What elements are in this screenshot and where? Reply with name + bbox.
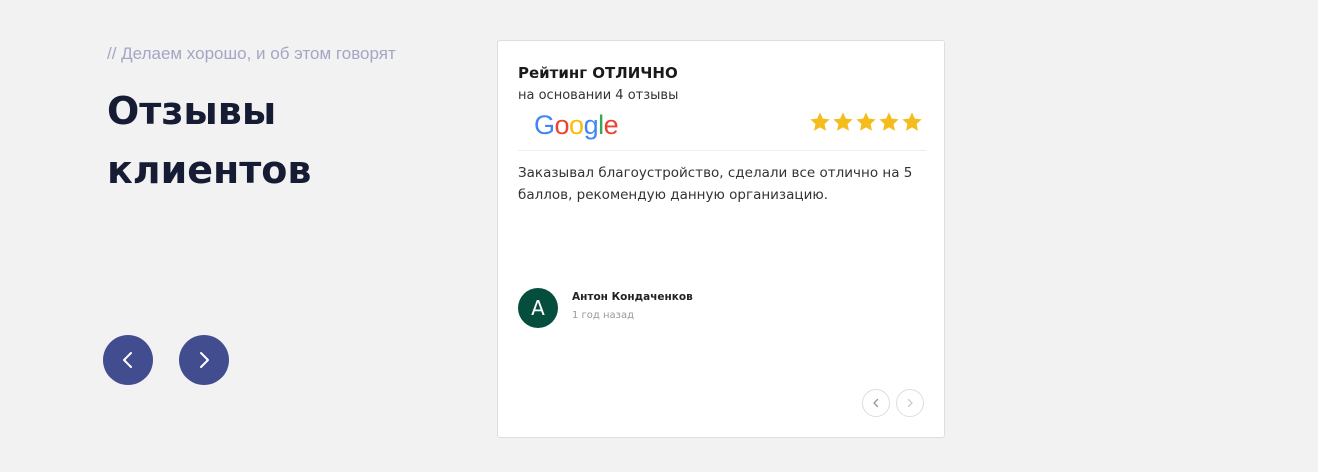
rating-title: Рейтинг ОТЛИЧНО — [518, 64, 678, 82]
review-next-button[interactable] — [896, 389, 924, 417]
chevron-left-icon — [873, 398, 879, 408]
google-logo: Google — [534, 110, 619, 140]
star-icon — [833, 112, 853, 131]
svg-text:Google: Google — [534, 110, 618, 140]
star-icon — [856, 112, 876, 131]
review-date: 1 год назад — [572, 310, 635, 321]
chevron-right-icon — [907, 398, 913, 408]
review-card: Рейтинг ОТЛИЧНО на основании 4 отзывы Go… — [497, 40, 945, 438]
chevron-left-icon — [123, 352, 132, 368]
review-text: Заказывал благоустройство, сделали все о… — [518, 165, 913, 203]
author-name: Антон Кондаченков — [572, 291, 693, 303]
star-icon — [879, 112, 899, 131]
star-icon — [810, 112, 830, 131]
review-prev-button[interactable] — [862, 389, 890, 417]
chevron-right-icon — [200, 352, 209, 368]
carousel-next-button[interactable] — [179, 335, 229, 385]
card-divider — [518, 150, 926, 151]
carousel-prev-button[interactable] — [103, 335, 153, 385]
rating-stars — [809, 111, 923, 133]
avatar: А — [518, 288, 558, 328]
section-subtitle: // Делаем хорошо, и об этом говорят — [107, 44, 396, 63]
star-icon — [902, 112, 922, 131]
section-heading: Отзывы клиентов — [107, 89, 312, 192]
rating-basis: на основании 4 отзывы — [518, 88, 679, 103]
